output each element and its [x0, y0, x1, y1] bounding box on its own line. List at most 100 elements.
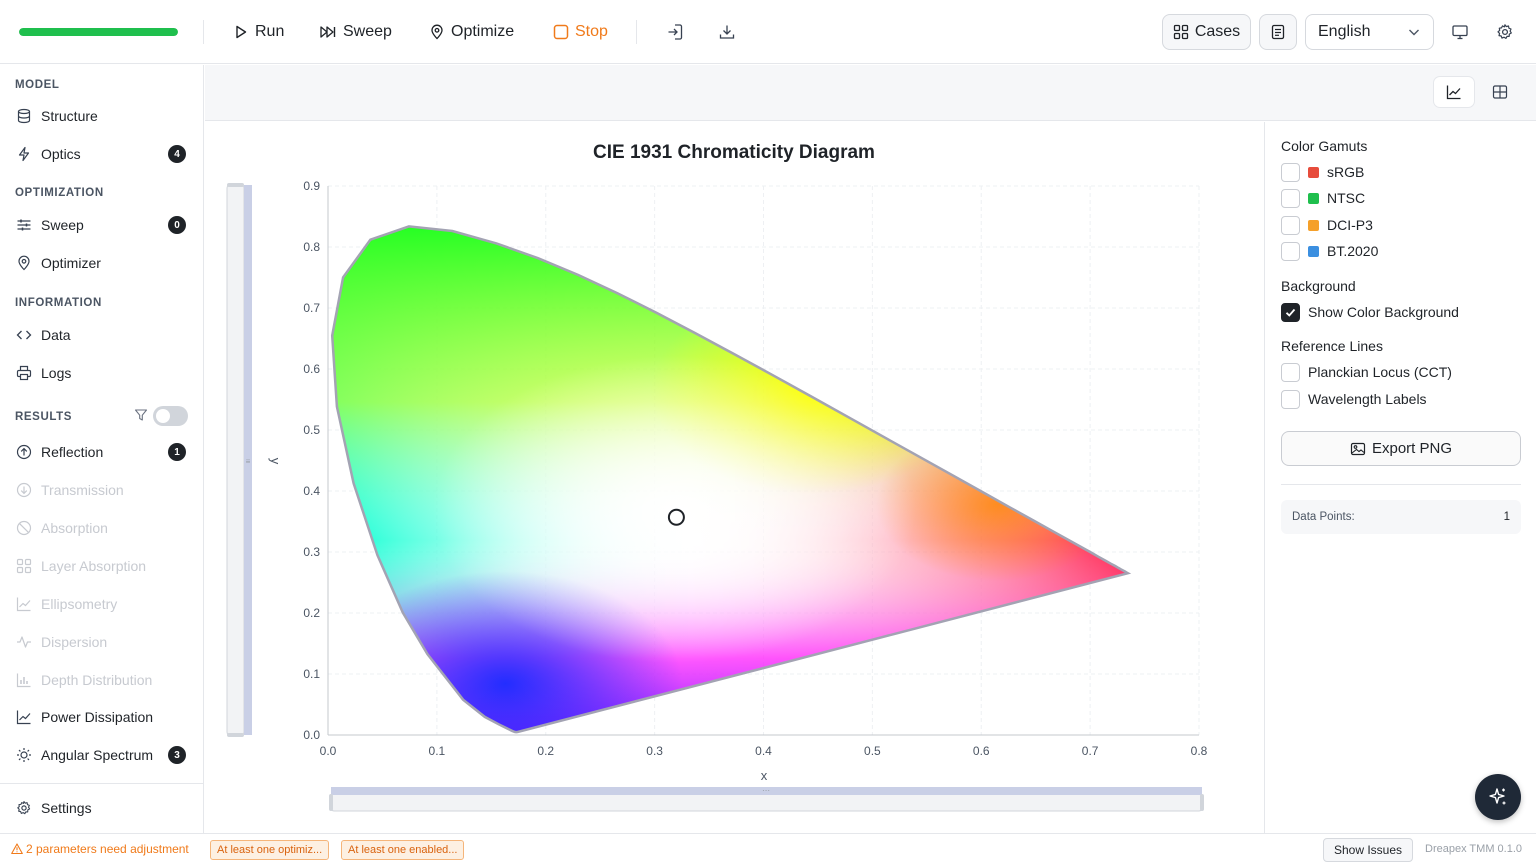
checkbox[interactable] — [1281, 215, 1300, 235]
checkbox[interactable] — [1281, 188, 1300, 208]
play-icon — [233, 24, 249, 40]
reference-lines-heading: Reference Lines — [1281, 338, 1383, 354]
x-tick-label: 0.5 — [864, 744, 881, 758]
x-tick-label: 0.2 — [537, 744, 554, 758]
y-tick-label: 0.3 — [303, 545, 320, 559]
x-zoom-handle-right[interactable] — [1200, 794, 1204, 811]
sidebar-item-label: Sweep — [41, 217, 84, 233]
color-swatch — [1308, 166, 1319, 178]
sidebar-item-angular-spectrum[interactable]: Angular Spectrum 3 — [15, 741, 190, 769]
gamut-option-ntsc[interactable]: NTSC — [1281, 188, 1365, 208]
results-filter-toggle[interactable] — [153, 406, 188, 426]
sidebar-item-label: Layer Absorption — [41, 558, 147, 574]
planckian-label: Planckian Locus (CCT) — [1308, 364, 1452, 380]
section-title-results: RESULTS — [15, 411, 73, 423]
y-zoom-handle-top[interactable] — [227, 183, 244, 187]
run-button[interactable]: Run — [233, 16, 284, 48]
bar-chart-icon — [15, 671, 33, 689]
y-tick-label: 0.6 — [303, 362, 320, 376]
sidebar-item-depth-distribution[interactable]: Depth Distribution — [15, 666, 190, 694]
sliders-icon — [15, 216, 33, 234]
cases-button[interactable]: Cases — [1162, 14, 1251, 50]
sidebar-item-absorption[interactable]: Absorption — [15, 514, 190, 542]
show-background-option[interactable]: Show Color Background — [1281, 302, 1459, 322]
cases-label: Cases — [1194, 23, 1241, 40]
y-zoom-slider[interactable]: ≡ — [226, 183, 252, 737]
sidebar-item-settings[interactable]: Settings — [15, 794, 190, 822]
sidebar-item-ellipsometry[interactable]: Ellipsometry — [15, 590, 190, 618]
checkbox[interactable] — [1281, 389, 1300, 409]
optimize-button[interactable]: Optimize — [429, 16, 514, 48]
count-badge: 1 — [168, 443, 186, 461]
sidebar-item-layer-absorption[interactable]: Layer Absorption — [15, 552, 190, 580]
import-button[interactable] — [664, 20, 686, 44]
download-button[interactable] — [716, 20, 738, 44]
chart-line-icon — [15, 708, 33, 726]
checkbox[interactable] — [1281, 162, 1300, 182]
sidebar-item-optimizer[interactable]: Optimizer — [15, 249, 190, 277]
gamut-option-bt2020[interactable]: BT.2020 — [1281, 241, 1378, 261]
toolbar-divider — [636, 20, 637, 44]
export-png-button[interactable]: Export PNG — [1281, 431, 1521, 466]
sidebar-item-structure[interactable]: Structure — [15, 102, 190, 130]
checkbox[interactable] — [1281, 241, 1300, 261]
wavelength-labels-option[interactable]: Wavelength Labels — [1281, 389, 1427, 409]
sidebar-item-label: Settings — [41, 800, 92, 816]
table-view-button[interactable] — [1480, 77, 1520, 107]
stop-button[interactable]: Stop — [553, 16, 608, 48]
y-tick-label: 0.4 — [303, 484, 320, 498]
printer-icon — [15, 364, 33, 382]
gamut-option-srgb[interactable]: sRGB — [1281, 162, 1364, 182]
sidebar-item-power-dissipation[interactable]: Power Dissipation — [15, 703, 190, 731]
section-title-model: MODEL — [15, 79, 60, 91]
checkbox-checked[interactable] — [1281, 302, 1300, 322]
x-zoom-handle-left[interactable] — [329, 794, 333, 811]
cie-chart[interactable]: CIE 1931 Chromaticity Diagram 0.0 0.1 0.2 0… — [205, 122, 1263, 833]
gamut-option-dci-p3[interactable]: DCI-P3 — [1281, 215, 1373, 235]
sidebar-item-transmission[interactable]: Transmission — [15, 476, 190, 504]
ai-assistant-button[interactable] — [1475, 774, 1521, 820]
language-value: English — [1318, 23, 1371, 40]
sidebar-item-label: Transmission — [41, 482, 124, 498]
sweep-button[interactable]: Sweep — [319, 16, 392, 48]
warning-chip-optimizer[interactable]: At least one optimiz... — [210, 840, 330, 860]
y-tick-label: 0.2 — [303, 606, 320, 620]
language-select[interactable]: English — [1305, 14, 1434, 50]
color-swatch — [1308, 219, 1319, 231]
chart-view-button[interactable] — [1434, 77, 1474, 107]
ban-icon — [15, 519, 33, 537]
sidebar-item-sweep[interactable]: Sweep 0 — [15, 211, 190, 239]
sidebar-item-data[interactable]: Data — [15, 321, 190, 349]
display-button[interactable] — [1449, 20, 1471, 44]
sidebar-item-reflection[interactable]: Reflection 1 — [15, 438, 190, 466]
planckian-locus-option[interactable]: Planckian Locus (CCT) — [1281, 362, 1452, 382]
parameter-warning[interactable]: 2 parameters need adjustment — [11, 842, 189, 856]
x-tick-label: 0.8 — [1191, 744, 1208, 758]
import-icon — [666, 23, 684, 41]
chevron-down-icon — [1407, 25, 1421, 39]
sidebar-item-label: Dispersion — [41, 634, 108, 650]
y-tick-label: 0.0 — [303, 728, 320, 742]
x-zoom-slider[interactable]: ⋯ — [329, 786, 1204, 812]
data-points-summary: Data Points: 1 — [1281, 500, 1521, 534]
checkbox[interactable] — [1281, 362, 1300, 382]
notebook-icon — [1270, 24, 1286, 40]
sidebar-item-label: Data — [41, 327, 71, 343]
section-title-optimization: OPTIMIZATION — [15, 187, 104, 199]
y-zoom-handle-bottom[interactable] — [227, 733, 244, 737]
warning-chip-enabled[interactable]: At least one enabled... — [341, 840, 465, 860]
sidebar-item-label: Ellipsometry — [41, 596, 118, 612]
chromaticity-fill — [332, 226, 1128, 733]
sidebar-item-dispersion[interactable]: Dispersion — [15, 628, 190, 656]
svg-text:⋯: ⋯ — [762, 786, 770, 795]
filter-icon[interactable] — [134, 408, 148, 422]
sidebar-item-logs[interactable]: Logs — [15, 359, 190, 387]
chart-line-icon — [15, 595, 33, 613]
sidebar-item-optics[interactable]: Optics 4 — [15, 140, 190, 168]
notes-button[interactable] — [1259, 14, 1297, 50]
settings-gear-button[interactable] — [1494, 20, 1516, 44]
chart-line-icon — [1446, 84, 1462, 100]
y-tick-label: 0.1 — [303, 667, 320, 681]
show-issues-button[interactable]: Show Issues — [1323, 838, 1413, 862]
y-tick-label: 0.8 — [303, 240, 320, 254]
